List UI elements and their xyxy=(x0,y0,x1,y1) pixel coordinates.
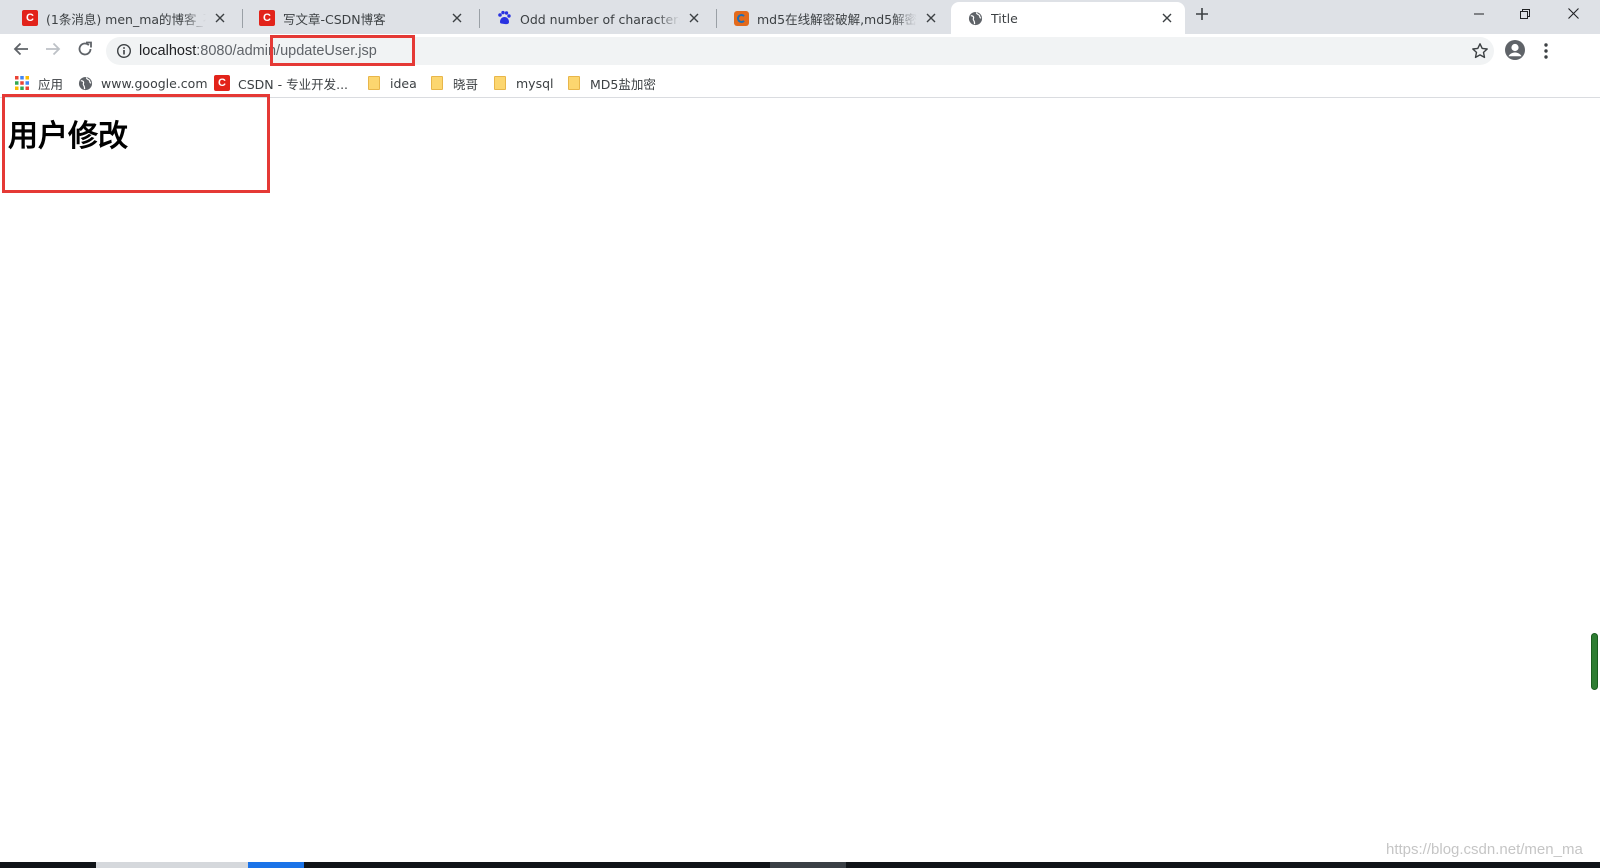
browser-toolbar: localhost:8080/admin/updateUser.jsp xyxy=(0,34,1600,68)
bookmark-label: 应用 xyxy=(38,76,64,92)
tab-strip: C (1条消息) men_ma的博客_不怕 C 写文章-CSDN博客 Odd n… xyxy=(0,0,1600,34)
bookmark-label: 晓哥 xyxy=(453,76,479,92)
globe-icon xyxy=(77,75,93,91)
close-icon[interactable] xyxy=(449,10,465,26)
tab-title: md5在线解密破解,md5解密加密 xyxy=(757,11,917,27)
watermark: https://blog.csdn.net/men_ma xyxy=(1386,841,1583,858)
bookmark-folder-idea[interactable]: idea xyxy=(366,73,417,93)
bookmark-folder-md5[interactable]: MD5盐加密 xyxy=(566,73,656,93)
folder-icon xyxy=(492,75,508,91)
tab-title-active[interactable]: Title xyxy=(951,2,1185,34)
tab-title: Title xyxy=(991,10,1018,26)
page-content: 用户修改 xyxy=(0,99,1600,862)
csdn-icon: C xyxy=(22,10,38,26)
new-tab-button[interactable] xyxy=(1192,6,1212,26)
tab-csdn-blog[interactable]: C (1条消息) men_ma的博客_不怕 xyxy=(6,2,238,34)
bookmark-folder-mysql[interactable]: mysql xyxy=(492,73,554,93)
reload-button[interactable] xyxy=(73,39,97,63)
globe-icon xyxy=(967,10,983,26)
bookmark-label: www.google.com xyxy=(101,75,208,91)
close-icon[interactable] xyxy=(923,10,939,26)
info-icon[interactable] xyxy=(116,43,132,59)
arrow-left-icon xyxy=(13,41,29,61)
profile-avatar-icon[interactable] xyxy=(1504,39,1526,61)
close-icon[interactable] xyxy=(1159,10,1175,26)
csdn-icon: C xyxy=(259,10,275,26)
baidu-paw-icon xyxy=(496,10,512,26)
annotation-box-url xyxy=(270,35,415,66)
arrow-right-icon xyxy=(45,41,61,61)
bookmark-label: idea xyxy=(390,75,417,91)
bookmark-folder-xiaoge[interactable]: 晓哥 xyxy=(429,73,478,93)
reload-icon xyxy=(77,41,93,61)
restore-button[interactable] xyxy=(1502,0,1548,30)
minimize-button[interactable] xyxy=(1456,0,1502,30)
taskbar-item-active[interactable] xyxy=(248,862,304,868)
annotation-box-heading xyxy=(2,94,270,193)
taskbar-item[interactable] xyxy=(96,862,248,868)
back-button[interactable] xyxy=(9,39,33,63)
url-host: localhost xyxy=(139,43,197,59)
tab-title: 写文章-CSDN博客 xyxy=(283,11,386,27)
tab-title: Odd number of characters._百 xyxy=(520,11,680,27)
taskbar xyxy=(0,862,1600,868)
tab-baidu-search[interactable]: Odd number of characters._百 xyxy=(480,2,712,34)
bookmark-label: CSDN - 专业开发... xyxy=(238,76,349,92)
csdn-icon: C xyxy=(214,75,230,91)
tab-title: (1条消息) men_ma的博客_不怕 xyxy=(46,11,206,27)
close-icon[interactable] xyxy=(212,10,228,26)
bookmark-csdn[interactable]: C CSDN - 专业开发... xyxy=(214,73,348,93)
star-icon[interactable] xyxy=(1471,42,1489,60)
forward-button[interactable] xyxy=(41,39,65,63)
bookmark-label: mysql xyxy=(516,75,554,91)
close-icon xyxy=(1567,7,1579,23)
bookmark-label: MD5盐加密 xyxy=(590,76,656,92)
bookmark-apps[interactable]: 应用 xyxy=(14,73,63,93)
window-close-button[interactable] xyxy=(1550,0,1596,30)
folder-icon xyxy=(429,75,445,91)
apps-grid-icon xyxy=(14,75,30,91)
side-scroll-indicator xyxy=(1591,633,1598,690)
taskbar-item[interactable] xyxy=(770,862,846,868)
folder-icon xyxy=(366,75,382,91)
minimize-icon xyxy=(1474,8,1484,23)
more-vertical-icon[interactable] xyxy=(1538,39,1554,63)
plus-icon xyxy=(1195,7,1209,25)
bookmark-google[interactable]: www.google.com xyxy=(77,73,208,93)
close-icon[interactable] xyxy=(686,10,702,26)
restore-icon xyxy=(1520,8,1530,23)
tab-csdn-write[interactable]: C 写文章-CSDN博客 xyxy=(243,2,475,34)
folder-icon xyxy=(566,75,582,91)
cmd5-icon xyxy=(733,10,749,26)
tab-cmd5[interactable]: md5在线解密破解,md5解密加密 xyxy=(717,2,949,34)
